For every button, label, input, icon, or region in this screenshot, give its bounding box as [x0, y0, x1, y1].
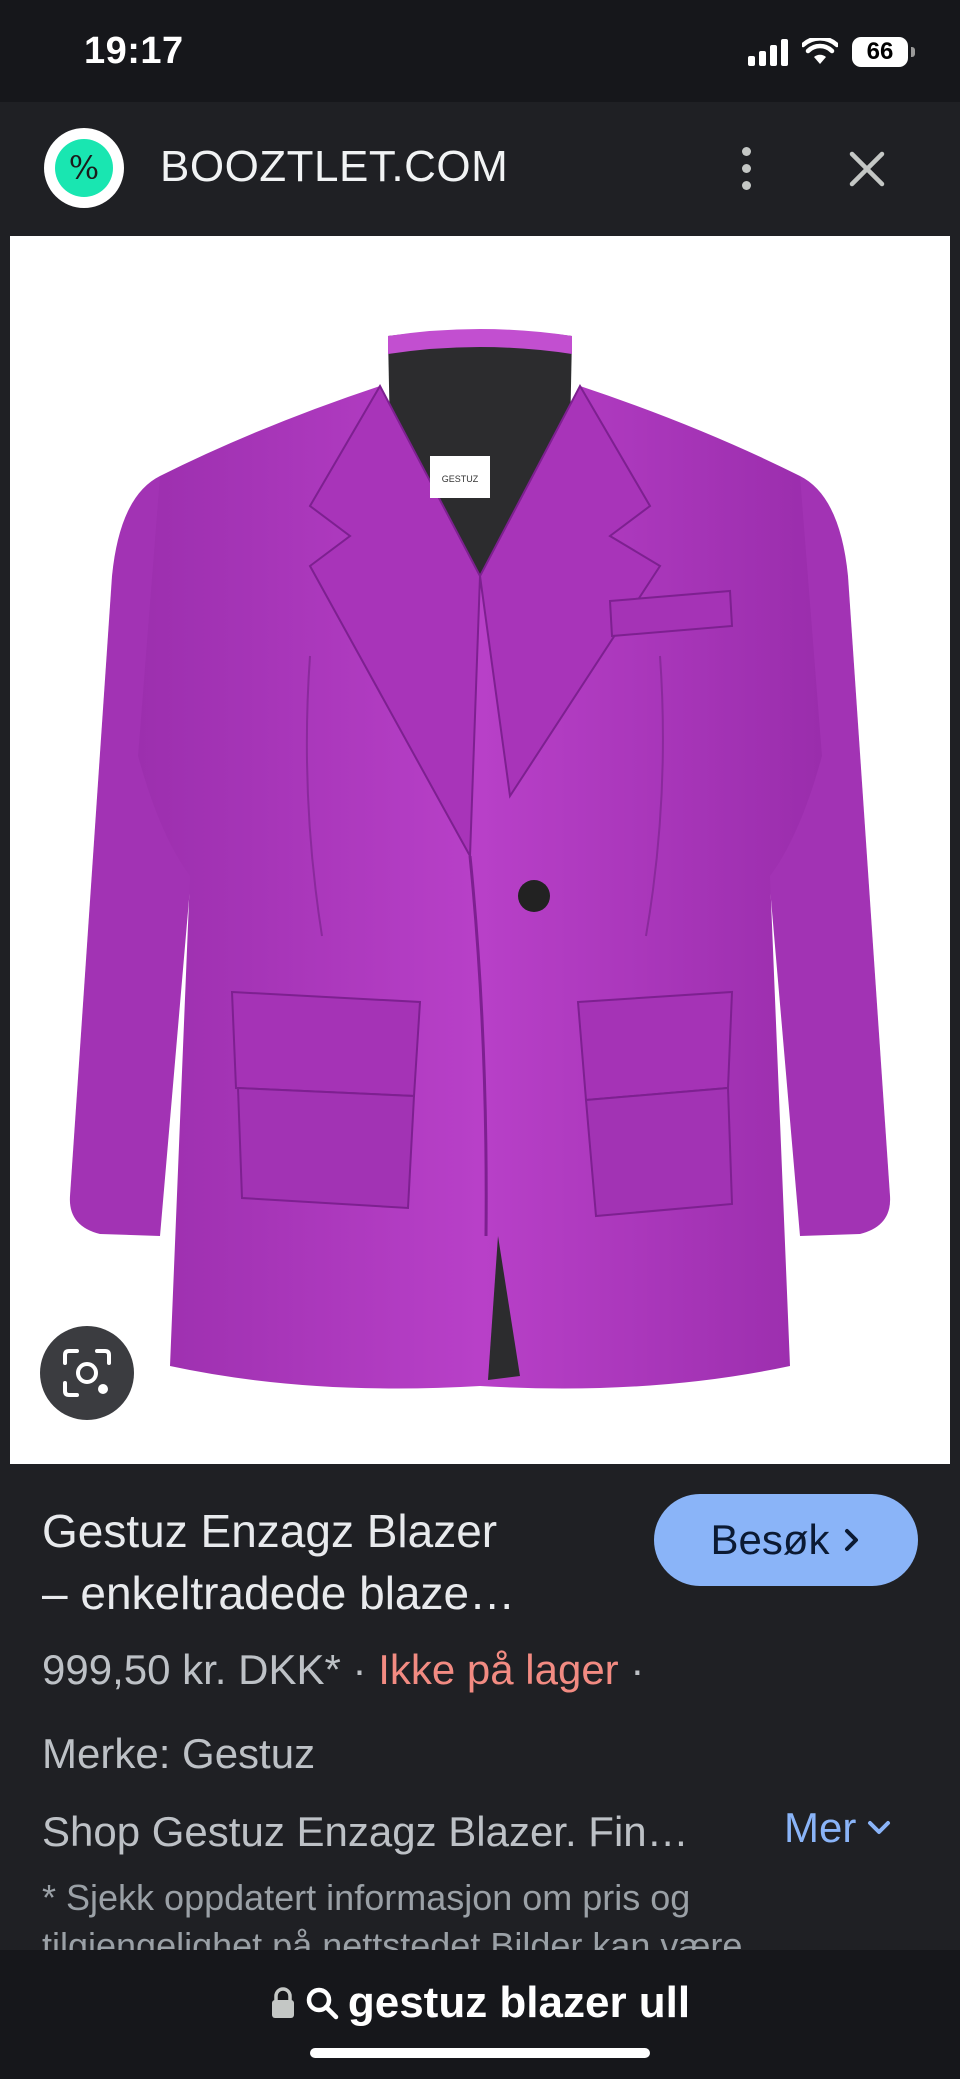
lock-icon [271, 1987, 294, 2018]
lens-icon [63, 1349, 111, 1397]
garment-label: GESTUZ [442, 474, 479, 484]
more-button-label: Mer [784, 1804, 857, 1851]
visit-button[interactable]: Besøk [654, 1494, 918, 1586]
product-description: Shop Gestuz Enzagz Blazer. Fin… [42, 1808, 689, 1855]
wifi-icon [802, 38, 838, 64]
chevron-down-icon [868, 1821, 891, 1834]
disclaimer: * Sjekk oppdatert informasjon om pris og… [42, 1877, 743, 1950]
search-query-text: gestuz blazer ull [347, 1978, 691, 2027]
home-indicator[interactable] [310, 2048, 650, 2058]
cellular-signal-icon [748, 38, 788, 66]
chevron-right-icon [844, 1529, 858, 1551]
search-query[interactable]: gestuz blazer ull [0, 1978, 960, 2028]
close-icon[interactable] [842, 144, 892, 194]
status-icons: 66 [748, 34, 915, 70]
stock-status: Ikke på lager [378, 1646, 619, 1693]
percent-icon: % [55, 139, 113, 197]
site-logo[interactable]: % [44, 128, 124, 208]
battery-icon: 66 [852, 37, 915, 67]
product-title[interactable]: Gestuz Enzagz Blazer – enkeltradede blaz… [42, 1500, 632, 1624]
brand: Merke: Gestuz [42, 1730, 316, 1777]
visit-button-label: Besøk [710, 1516, 830, 1563]
more-options-button[interactable] [722, 138, 770, 198]
price: 999,50 kr. DKK* [42, 1646, 341, 1693]
bottom-address-bar[interactable]: gestuz blazer ull [0, 1950, 960, 2079]
site-header: % BOOZTLET.COM [0, 102, 960, 234]
status-time: 19:17 [84, 30, 184, 72]
price-stock-line: 999,50 kr. DKK* · Ikke på lager · [42, 1646, 645, 1693]
site-name[interactable]: BOOZTLET.COM [160, 142, 508, 192]
product-title-line1: Gestuz Enzagz Blazer [42, 1505, 498, 1557]
status-bar: 19:17 66 [0, 0, 960, 102]
lens-search-button[interactable] [40, 1326, 134, 1420]
more-button[interactable]: Mer [784, 1804, 892, 1852]
product-title-line2: – enkeltradede blaze… [42, 1567, 516, 1619]
product-image[interactable]: GESTUZ [10, 236, 950, 1464]
search-icon [306, 1987, 339, 2020]
blazer-illustration: GESTUZ [69, 329, 891, 1389]
